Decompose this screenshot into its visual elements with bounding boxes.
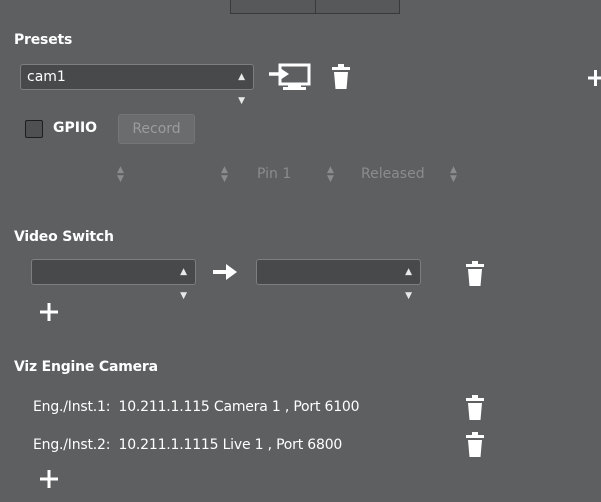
camera-row: Eng./Inst.2: 10.211.1.1115 Live 1 , Port…	[33, 437, 342, 453]
chevron-updown-icon: ▲ ▼	[405, 267, 412, 301]
record-button[interactable]: Record	[118, 114, 195, 144]
gpio-label: GPIIO	[53, 120, 98, 136]
arrow-right-icon	[213, 264, 237, 280]
camera-row-value: 10.211.1.115 Camera 1 , Port 6100	[118, 399, 360, 415]
gpio-checkbox[interactable]	[25, 120, 43, 138]
camera-row: Eng./Inst.1: 10.211.1.115 Camera 1 , Por…	[33, 399, 360, 415]
top-tab-strip	[230, 0, 400, 14]
trash-icon[interactable]	[331, 64, 351, 90]
trash-icon[interactable]	[465, 395, 485, 421]
viz-engine-camera-title: Viz Engine Camera	[14, 359, 158, 375]
camera-row-label: Eng./Inst.1:	[33, 399, 111, 415]
presets-title: Presets	[14, 32, 73, 48]
trash-icon[interactable]	[465, 432, 485, 458]
chevron-updown-icon: ▲ ▼	[221, 165, 228, 184]
chevron-updown-icon: ▲ ▼	[180, 267, 187, 301]
video-target-select[interactable]: ▲ ▼	[256, 259, 421, 301]
add-video-switch-icon[interactable]	[40, 303, 58, 321]
state-select-value[interactable]: Released	[361, 166, 425, 182]
chevron-updown-icon: ▲ ▼	[117, 165, 124, 184]
camera-row-value: 10.211.1.1115 Live 1 , Port 6800	[118, 437, 343, 453]
video-source-select[interactable]: ▲ ▼	[31, 259, 196, 301]
preset-select[interactable]: cam1 ▲ ▼	[20, 64, 254, 106]
tab-divider	[315, 0, 316, 13]
pin-select-value[interactable]: Pin 1	[257, 166, 291, 182]
add-preset-icon[interactable]	[588, 70, 601, 86]
preset-select-value: cam1	[27, 69, 66, 85]
chevron-updown-icon: ▲ ▼	[450, 165, 457, 184]
chevron-updown-icon: ▲ ▼	[238, 72, 245, 106]
camera-row-label: Eng./Inst.2:	[33, 437, 111, 453]
load-preset-icon[interactable]	[267, 63, 313, 93]
chevron-updown-icon: ▲ ▼	[327, 165, 334, 184]
trash-icon[interactable]	[465, 261, 485, 287]
video-switch-title: Video Switch	[14, 229, 114, 245]
add-camera-icon[interactable]	[40, 470, 58, 488]
